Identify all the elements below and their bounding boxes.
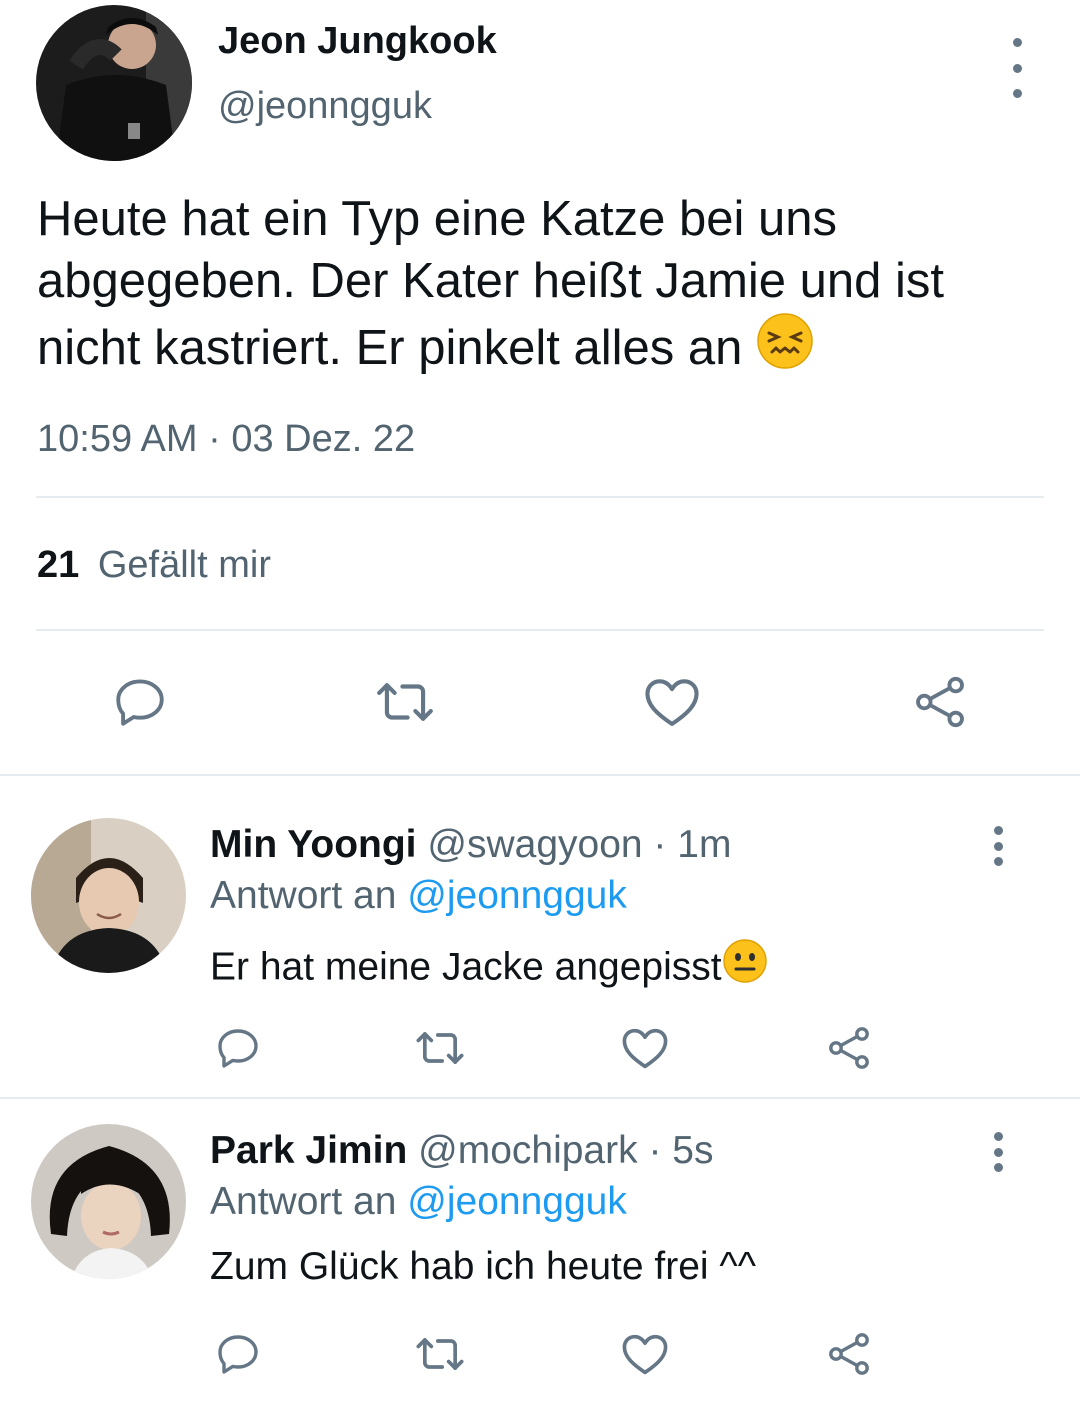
heart-icon xyxy=(622,1028,668,1069)
more-vertical-icon xyxy=(1012,38,1022,47)
reply-avatar[interactable] xyxy=(31,818,186,973)
likes-label: Gefällt mir xyxy=(97,544,271,586)
reply-to-label: Antwort an xyxy=(210,1180,397,1223)
more-options-button[interactable] xyxy=(1005,38,1029,98)
share-icon xyxy=(829,1027,869,1069)
reply-text: Er hat meine Jacke angepisst xyxy=(210,938,768,994)
reply-header: Min Yoongi @swagyoon · 1m xyxy=(210,823,731,867)
author-handle[interactable]: @jeonngguk xyxy=(218,85,432,128)
reply-button[interactable] xyxy=(212,1022,264,1074)
share-icon xyxy=(916,676,964,728)
likes-count: 21 xyxy=(37,544,80,586)
like-button[interactable] xyxy=(619,1022,671,1074)
retweet-button[interactable] xyxy=(414,1022,466,1074)
retweet-icon xyxy=(377,683,433,721)
heart-icon xyxy=(622,1334,668,1375)
share-button[interactable] xyxy=(908,670,972,734)
reply-author-name[interactable]: Min Yoongi xyxy=(210,823,417,866)
heart-icon xyxy=(645,679,699,727)
more-options-button[interactable] xyxy=(986,1132,1010,1172)
reply-author-handle[interactable]: @mochipark xyxy=(418,1129,638,1172)
reply-avatar[interactable] xyxy=(31,1124,186,1279)
reply-to-line: Antwort an @jeonngguk xyxy=(210,1180,627,1224)
reply-to-line: Antwort an @jeonngguk xyxy=(210,874,627,918)
tweet-text-line: nicht kastriert. Er pinkelt alles an xyxy=(37,312,944,385)
retweet-icon xyxy=(416,1338,464,1370)
reply-author-name[interactable]: Park Jimin xyxy=(210,1129,407,1172)
reply-button[interactable] xyxy=(212,1328,264,1380)
reply-time[interactable]: · 1m xyxy=(643,823,731,866)
more-vertical-icon xyxy=(993,826,1003,835)
reply-author-handle[interactable]: @swagyoon xyxy=(427,823,642,866)
like-button[interactable] xyxy=(640,670,704,734)
reply-icon xyxy=(218,1335,258,1374)
reply-to-mention[interactable]: @jeonngguk xyxy=(407,874,627,917)
likes-summary[interactable]: 21 Gefällt mir xyxy=(37,544,271,587)
tweet-text-line: Heute hat ein Typ eine Katze bei uns xyxy=(37,192,837,246)
retweet-icon xyxy=(416,1032,464,1064)
reply-text: Zum Glück hab ich heute frei ^^ xyxy=(210,1245,756,1288)
reply-icon xyxy=(218,1029,258,1068)
share-button[interactable] xyxy=(823,1022,875,1074)
divider xyxy=(36,496,1044,498)
neutral-face-emoji-icon xyxy=(722,938,768,994)
like-button[interactable] xyxy=(619,1328,671,1380)
divider xyxy=(36,629,1044,631)
retweet-button[interactable] xyxy=(373,670,437,734)
section-divider xyxy=(0,774,1080,776)
author-avatar[interactable] xyxy=(36,5,192,161)
reply-icon xyxy=(116,679,164,726)
share-icon xyxy=(829,1333,869,1375)
section-divider xyxy=(0,1097,1080,1099)
reply-button[interactable] xyxy=(108,670,172,734)
more-options-button[interactable] xyxy=(986,826,1010,866)
share-button[interactable] xyxy=(823,1328,875,1380)
tweet-text: Heute hat ein Typ eine Katze bei uns abg… xyxy=(37,188,944,385)
more-vertical-icon xyxy=(993,1132,1003,1141)
retweet-button[interactable] xyxy=(414,1328,466,1380)
reply-to-mention[interactable]: @jeonngguk xyxy=(407,1180,627,1223)
reply-time[interactable]: · 5s xyxy=(638,1129,713,1172)
confounded-face-emoji-icon xyxy=(756,312,814,385)
tweet-text-line: abgegeben. Der Kater heißt Jamie und ist xyxy=(37,254,945,308)
reply-header: Park Jimin @mochipark · 5s xyxy=(210,1129,713,1173)
author-name[interactable]: Jeon Jungkook xyxy=(218,20,497,63)
reply-to-label: Antwort an xyxy=(210,874,397,917)
tweet-timestamp[interactable]: 10:59 AM · 03 Dez. 22 xyxy=(37,418,415,461)
